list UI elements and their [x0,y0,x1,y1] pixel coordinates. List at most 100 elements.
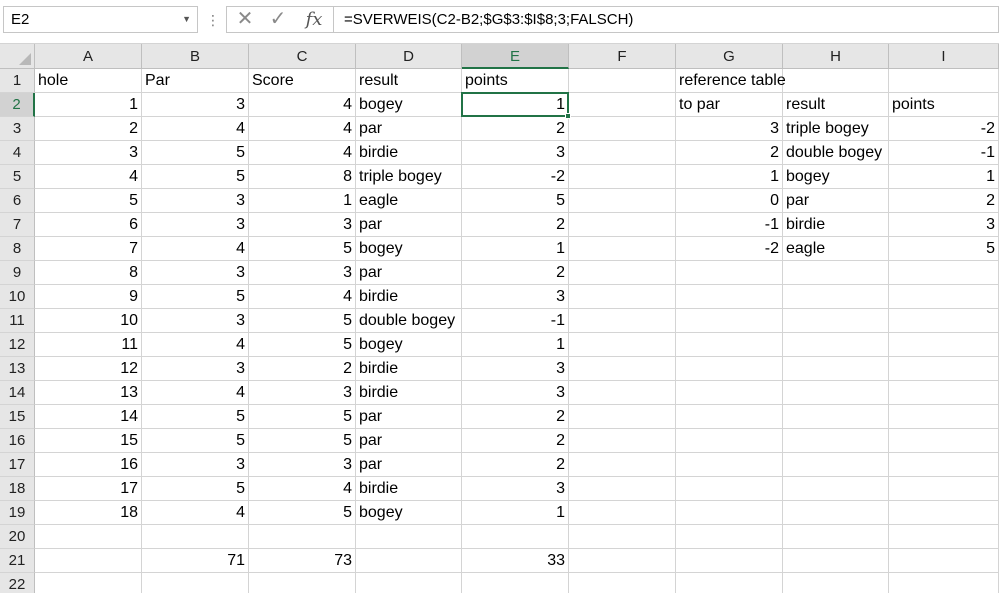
cell-b8[interactable]: 4 [142,237,249,261]
cell-c1[interactable]: Score [249,69,356,93]
column-header-a[interactable]: A [35,44,142,69]
cell-a1[interactable]: hole [35,69,142,93]
row-header-11[interactable]: 11 [0,309,35,333]
cell-a13[interactable]: 12 [35,357,142,381]
cell-h18[interactable] [783,477,889,501]
cell-f12[interactable] [569,333,676,357]
cell-b16[interactable]: 5 [142,429,249,453]
cell-d13[interactable]: birdie [356,357,462,381]
cell-i12[interactable] [889,333,999,357]
cell-b22[interactable] [142,573,249,593]
cell-c7[interactable]: 3 [249,213,356,237]
cell-e1[interactable]: points [462,69,569,93]
cell-d17[interactable]: par [356,453,462,477]
row-header-22[interactable]: 22 [0,573,35,593]
cell-g4[interactable]: 2 [676,141,783,165]
cell-h11[interactable] [783,309,889,333]
cell-h12[interactable] [783,333,889,357]
cell-c12[interactable]: 5 [249,333,356,357]
fx-icon[interactable]: fx [301,7,327,32]
cell-a18[interactable]: 17 [35,477,142,501]
cell-e22[interactable] [462,573,569,593]
cell-a20[interactable] [35,525,142,549]
cell-f14[interactable] [569,381,676,405]
select-all-button[interactable] [0,44,35,69]
cell-h1[interactable] [783,69,889,93]
row-header-13[interactable]: 13 [0,357,35,381]
cell-c3[interactable]: 4 [249,117,356,141]
cell-d21[interactable] [356,549,462,573]
cell-i2[interactable]: points [889,93,999,117]
cell-f17[interactable] [569,453,676,477]
cell-i19[interactable] [889,501,999,525]
cell-a21[interactable] [35,549,142,573]
cell-d1[interactable]: result [356,69,462,93]
cell-h19[interactable] [783,501,889,525]
cell-a11[interactable]: 10 [35,309,142,333]
cell-d10[interactable]: birdie [356,285,462,309]
cell-b18[interactable]: 5 [142,477,249,501]
cell-c16[interactable]: 5 [249,429,356,453]
cell-c8[interactable]: 5 [249,237,356,261]
cell-c17[interactable]: 3 [249,453,356,477]
cell-e3[interactable]: 2 [462,117,569,141]
row-header-12[interactable]: 12 [0,333,35,357]
cell-a2[interactable]: 1 [35,93,142,117]
column-header-g[interactable]: G [676,44,783,69]
cell-i15[interactable] [889,405,999,429]
cell-d16[interactable]: par [356,429,462,453]
cell-d11[interactable]: double bogey [356,309,462,333]
column-header-i[interactable]: I [889,44,999,69]
cell-f3[interactable] [569,117,676,141]
cell-g1[interactable]: reference table [676,69,786,93]
cell-d8[interactable]: bogey [356,237,462,261]
cell-f4[interactable] [569,141,676,165]
cell-h10[interactable] [783,285,889,309]
cell-f16[interactable] [569,429,676,453]
row-header-2[interactable]: 2 [0,93,35,117]
cell-f2[interactable] [569,93,676,117]
cell-a5[interactable]: 4 [35,165,142,189]
cell-a12[interactable]: 11 [35,333,142,357]
cell-a3[interactable]: 2 [35,117,142,141]
cell-b4[interactable]: 5 [142,141,249,165]
cell-i6[interactable]: 2 [889,189,999,213]
cell-d2[interactable]: bogey [356,93,462,117]
cell-b1[interactable]: Par [142,69,249,93]
cell-h2[interactable]: result [783,93,889,117]
cell-e4[interactable]: 3 [462,141,569,165]
cell-c14[interactable]: 3 [249,381,356,405]
cell-e9[interactable]: 2 [462,261,569,285]
cell-e16[interactable]: 2 [462,429,569,453]
cell-b12[interactable]: 4 [142,333,249,357]
cell-g2[interactable]: to par [676,93,783,117]
cell-c11[interactable]: 5 [249,309,356,333]
cell-c13[interactable]: 2 [249,357,356,381]
column-header-e[interactable]: E [462,44,569,69]
cell-b3[interactable]: 4 [142,117,249,141]
cell-a17[interactable]: 16 [35,453,142,477]
cell-b19[interactable]: 4 [142,501,249,525]
cell-i22[interactable] [889,573,999,593]
column-header-f[interactable]: F [569,44,676,69]
cell-e13[interactable]: 3 [462,357,569,381]
cell-c5[interactable]: 8 [249,165,356,189]
cell-d19[interactable]: bogey [356,501,462,525]
cell-g3[interactable]: 3 [676,117,783,141]
cell-b5[interactable]: 5 [142,165,249,189]
cell-i16[interactable] [889,429,999,453]
cell-c4[interactable]: 4 [249,141,356,165]
cell-a4[interactable]: 3 [35,141,142,165]
cell-f19[interactable] [569,501,676,525]
cell-a7[interactable]: 6 [35,213,142,237]
cell-c21[interactable]: 73 [249,549,356,573]
cell-d5[interactable]: triple bogey [356,165,462,189]
cell-e18[interactable]: 3 [462,477,569,501]
cell-a8[interactable]: 7 [35,237,142,261]
cell-g20[interactable] [676,525,783,549]
name-box[interactable]: E2 ▼ [3,6,198,33]
cell-h20[interactable] [783,525,889,549]
cell-g18[interactable] [676,477,783,501]
cell-i4[interactable]: -1 [889,141,999,165]
cell-f5[interactable] [569,165,676,189]
